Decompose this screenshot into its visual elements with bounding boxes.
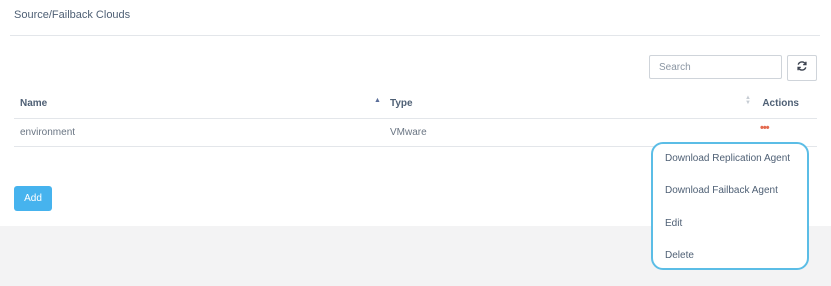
- panel-title: Source/Failback Clouds: [14, 9, 131, 21]
- refresh-icon: [796, 59, 808, 77]
- column-header-name[interactable]: Name: [20, 98, 47, 109]
- actions-dropdown-menu: Download Replication Agent Download Fail…: [651, 142, 809, 270]
- cell-name: environment: [20, 127, 76, 138]
- title-divider: [10, 35, 820, 36]
- column-header-actions: Actions: [762, 98, 799, 109]
- cell-type: VMware: [390, 127, 427, 138]
- column-header-type[interactable]: Type: [390, 98, 413, 109]
- menu-item-delete[interactable]: Delete: [665, 250, 694, 261]
- clouds-table: Name ▲ Type ▲ ▼ Actions environment VMwar…: [14, 90, 817, 147]
- sort-ascending-icon[interactable]: ▲: [374, 97, 381, 104]
- refresh-button[interactable]: [787, 55, 817, 81]
- sort-both-icon[interactable]: ▲ ▼: [745, 95, 751, 106]
- menu-item-download-failback-agent[interactable]: Download Failback Agent: [665, 185, 778, 196]
- menu-item-edit[interactable]: Edit: [665, 218, 682, 229]
- add-button[interactable]: Add: [14, 186, 52, 211]
- menu-item-download-replication-agent[interactable]: Download Replication Agent: [665, 153, 790, 164]
- table-header: Name ▲ Type ▲ ▼ Actions: [14, 90, 817, 119]
- search-input[interactable]: [649, 55, 782, 79]
- row-actions-button[interactable]: •••: [760, 122, 770, 134]
